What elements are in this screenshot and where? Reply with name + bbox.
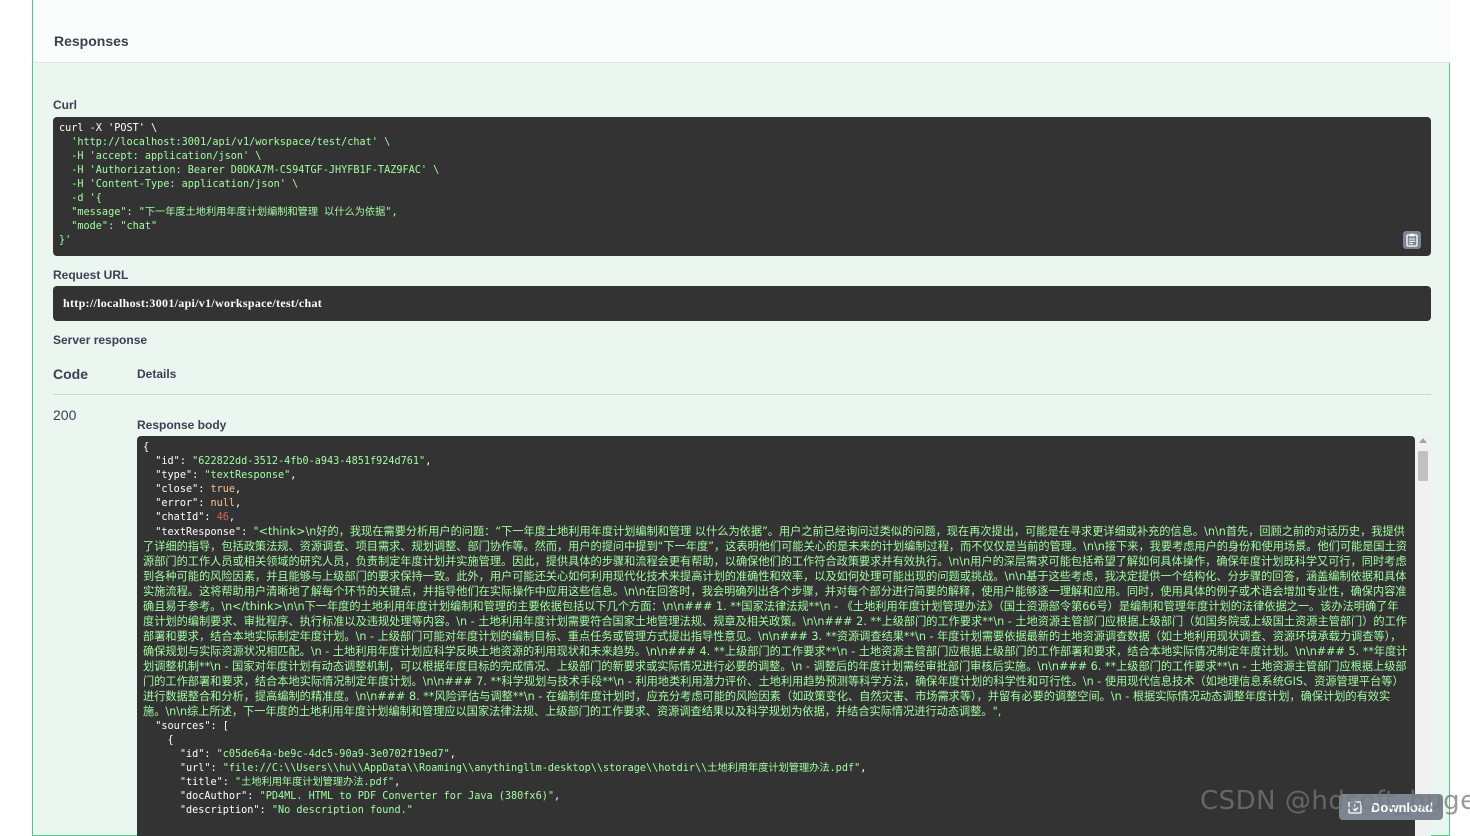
json-key: "id" — [155, 456, 180, 467]
json-key: "error" — [155, 498, 199, 509]
header-divider — [53, 394, 1431, 395]
json-value-text-response: "<think>\n好的，我现在需要分析用户的问题：“下一年度土地利用年度计划编… — [143, 525, 1408, 718]
column-header-code: Code — [53, 366, 88, 382]
json-value: "622822dd-3512-4fb0-a943-4851f924d761" — [192, 456, 426, 467]
json-brace: { — [143, 442, 150, 453]
request-url-block[interactable]: http://localhost:3001/api/v1/workspace/t… — [53, 286, 1431, 321]
request-url[interactable]: http://localhost:3001/api/v1/workspace/t… — [63, 296, 322, 311]
json-key: "id" — [179, 749, 205, 760]
request-url-label: Request URL — [53, 268, 129, 282]
curl-line: "message": "下一年度土地利用年度计划编制和管理 以什么为依据", — [59, 207, 398, 218]
curl-label: Curl — [53, 98, 77, 112]
curl-code-block[interactable]: curl -X 'POST' \ 'http://localhost:3001/… — [53, 117, 1431, 256]
column-header-details: Details — [137, 367, 177, 381]
json-value: 46 — [216, 512, 229, 523]
curl-line: -H 'Authorization: Bearer D0DKA7M-CS94TG… — [59, 165, 440, 176]
response-body-scrollbar[interactable] — [1415, 436, 1431, 836]
json-value: "c05de64a-be9c-4dc5-90a9-3e0702f19ed7" — [216, 749, 450, 760]
json-key: "docAuthor" — [179, 791, 248, 802]
json-value: "土地利用年度计划管理办法.pdf" — [235, 777, 395, 788]
curl-line: -d '{ — [59, 193, 102, 204]
json-value: "textResponse" — [204, 470, 291, 481]
clipboard-icon — [1406, 233, 1418, 247]
curl-line: "mode": "chat" — [59, 221, 158, 232]
csdn-watermark: CSDN @hdsoft_huge — [1200, 786, 1470, 816]
status-code: 200 — [53, 407, 77, 423]
json-key: "title" — [179, 777, 223, 788]
json-value: null — [210, 498, 236, 509]
json-key: "url" — [179, 763, 211, 774]
response-body-block[interactable]: { "id": "622822dd-3512-4fb0-a943-4851f92… — [137, 436, 1415, 836]
curl-line: -H 'Content-Type: application/json' \ — [59, 179, 299, 190]
json-key: "description" — [179, 805, 260, 816]
json-value: "No description found." — [271, 805, 413, 816]
curl-line: -H 'accept: application/json' \ — [59, 151, 262, 162]
json-value: "PD4ML. HTML to PDF Converter for Java (… — [259, 791, 554, 802]
curl-line: }' — [59, 235, 72, 246]
json-key: "textResponse" — [155, 527, 242, 538]
scroll-up-arrow-icon[interactable] — [1419, 438, 1427, 443]
response-body-json[interactable]: { "id": "622822dd-3512-4fb0-a943-4851f92… — [143, 441, 1409, 818]
operation-block: Responses Curl curl -X 'POST' \ 'http://… — [32, 0, 1450, 836]
copy-to-clipboard-button[interactable] — [1403, 231, 1421, 249]
responses-header: Responses — [34, 0, 1450, 63]
json-value: true — [210, 484, 236, 495]
curl-command[interactable]: curl -X 'POST' \ 'http://localhost:3001/… — [59, 122, 1425, 248]
json-key: "type" — [155, 470, 193, 481]
response-body-label: Response body — [137, 418, 227, 432]
curl-line: 'http://localhost:3001/api/v1/workspace/… — [59, 137, 391, 148]
json-key: "chatId" — [155, 512, 205, 523]
responses-title: Responses — [54, 33, 129, 49]
server-response-label: Server response — [53, 333, 148, 347]
curl-line: curl -X 'POST' \ — [59, 123, 158, 134]
json-key: "sources" — [155, 721, 211, 732]
scroll-thumb[interactable] — [1418, 451, 1428, 481]
json-key: "close" — [155, 484, 199, 495]
json-value: "file://C:\\Users\\hu\\AppData\\Roaming\… — [222, 763, 861, 774]
